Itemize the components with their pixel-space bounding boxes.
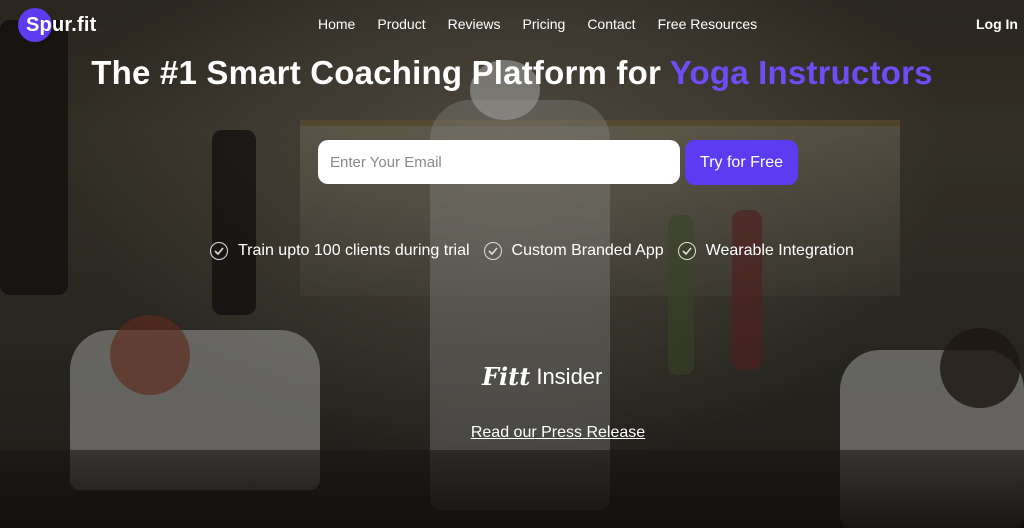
feature-text: Custom Branded App xyxy=(511,242,664,259)
headline-accent: Yoga Instructors xyxy=(669,54,933,92)
check-circle-icon xyxy=(677,242,696,260)
hero-headline: The #1 Smart Coaching Platform for Yoga … xyxy=(0,54,1024,92)
brand-logo[interactable]: Spur.fit xyxy=(18,8,96,42)
login-link[interactable]: Log In xyxy=(976,16,1018,32)
feature-text: Train upto 100 clients during trial xyxy=(238,242,470,259)
nav-link-home[interactable]: Home xyxy=(318,16,355,32)
nav-link-free-resources[interactable]: Free Resources xyxy=(658,16,758,32)
nav-link-pricing[interactable]: Pricing xyxy=(523,16,566,32)
nav-links: Home Product Reviews Pricing Contact Fre… xyxy=(318,16,757,32)
email-input[interactable] xyxy=(318,140,680,184)
check-circle-icon xyxy=(483,242,502,260)
logo-fitt: Fitt xyxy=(482,362,531,391)
feature-item: Train upto 100 clients during trial xyxy=(210,242,470,260)
brand-name: Spur.fit xyxy=(26,13,97,36)
nav-link-reviews[interactable]: Reviews xyxy=(448,16,501,32)
press-release-link[interactable]: Read our Press Release xyxy=(0,424,1024,442)
top-nav: Spur.fit Home Product Reviews Pricing Co… xyxy=(0,0,1024,50)
nav-link-product[interactable]: Product xyxy=(377,16,425,32)
feature-item: Wearable Integration xyxy=(677,242,854,260)
feature-text: Wearable Integration xyxy=(705,242,854,259)
feature-list: Train upto 100 clients during trial Cust… xyxy=(210,242,854,260)
logo-insider: Insider xyxy=(536,363,603,389)
headline-text: The #1 Smart Coaching Platform for xyxy=(91,54,661,92)
try-for-free-button[interactable]: Try for Free xyxy=(685,140,798,185)
check-circle-icon xyxy=(210,242,228,260)
fitt-insider-logo: Fitt Insider xyxy=(482,362,602,391)
feature-item: Custom Branded App xyxy=(483,242,664,260)
nav-link-contact[interactable]: Contact xyxy=(587,16,635,32)
